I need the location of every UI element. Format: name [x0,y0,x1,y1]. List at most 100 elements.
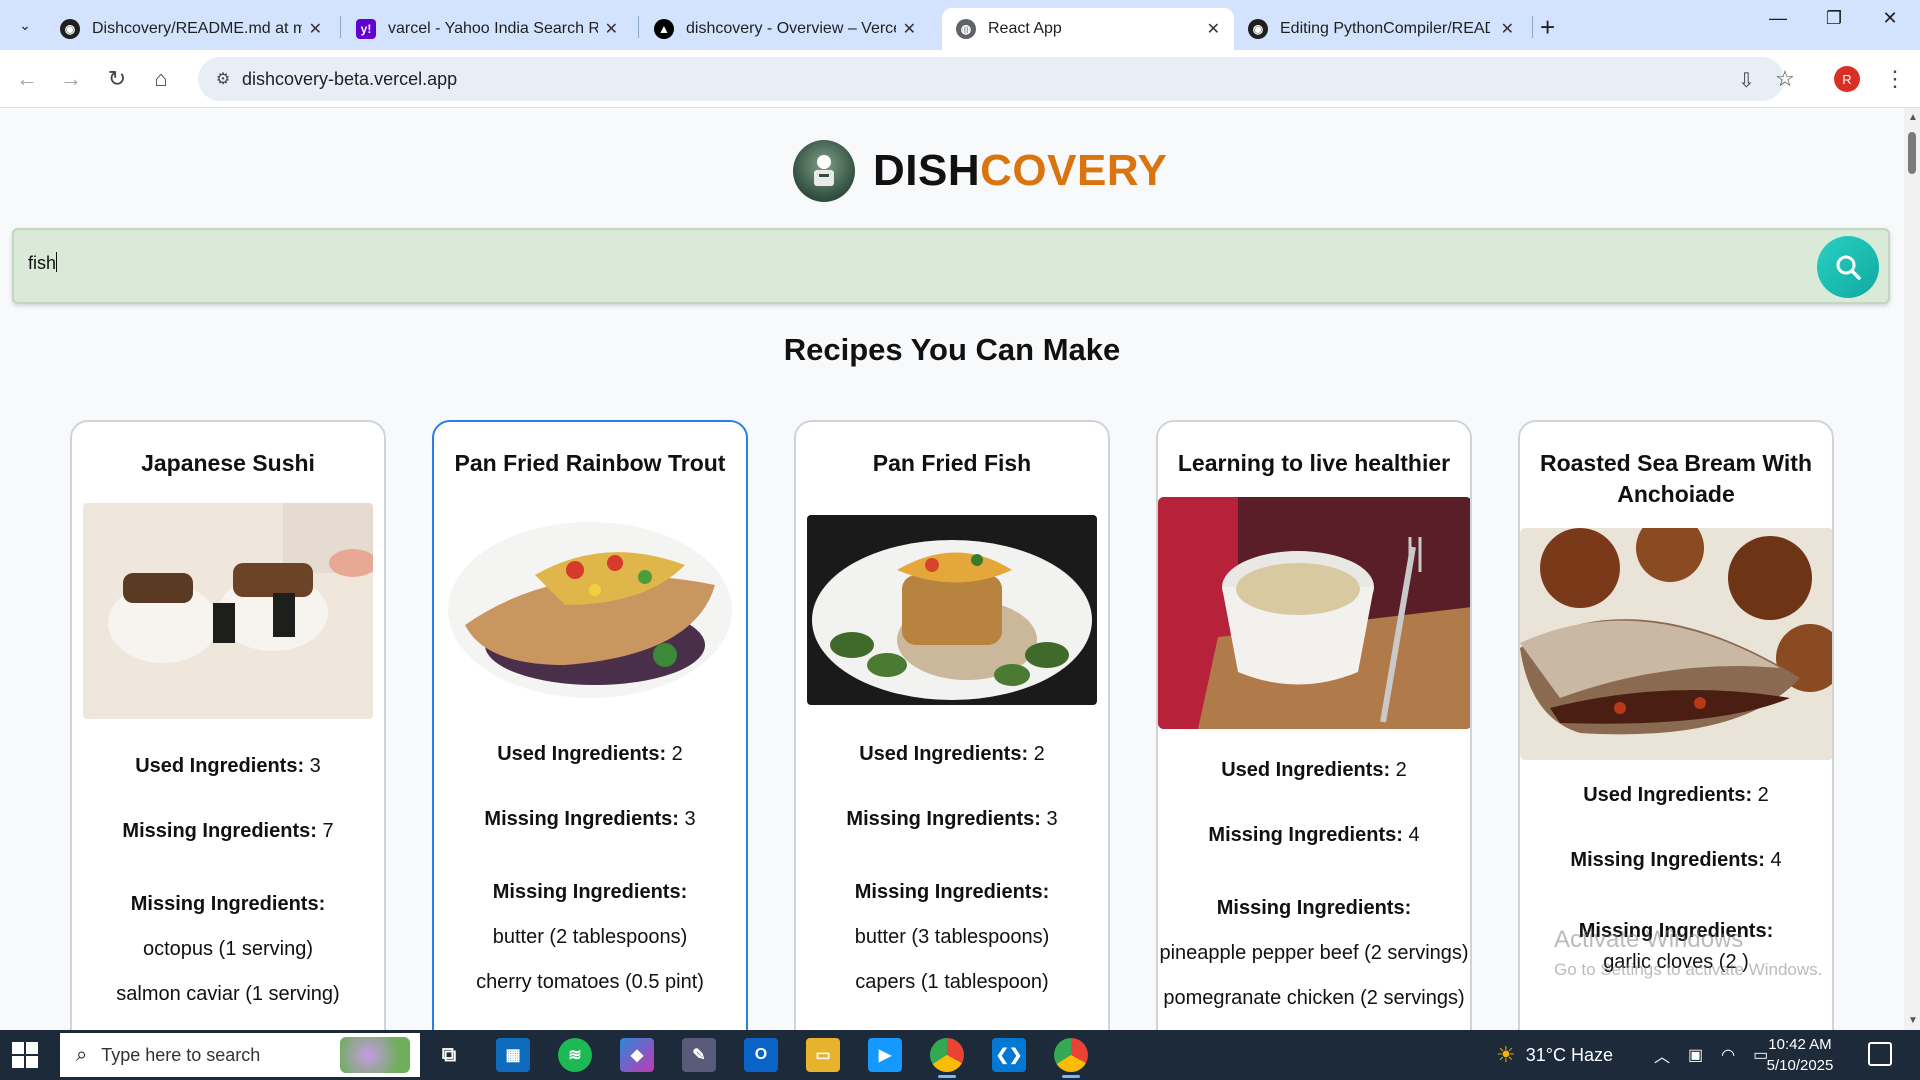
missing-ingredient-item: cherry tomatoes (0.5 pint) [476,971,704,993]
meet-now-icon[interactable]: ▣ [1688,1045,1703,1065]
missing-ingredients-stat: Missing Ingredients: 4 [1520,849,1832,872]
used-label: Used Ingredients: [1221,759,1391,781]
wifi-icon[interactable]: ◠ [1721,1045,1735,1065]
used-count: 2 [1033,743,1045,765]
paint-icon[interactable]: ✎ [682,1038,716,1072]
tab-vercel-overview[interactable]: ▲ dishcovery - Overview – Vercel ✕ [640,8,930,50]
missing-label: Missing Ingredients: [484,808,679,830]
search-button[interactable] [1817,236,1879,298]
recipe-image [83,503,373,719]
weather-widget[interactable]: ☀ 31°C Haze [1496,1030,1613,1080]
missing-ingredients-stat: Missing Ingredients: 3 [796,808,1108,831]
recipe-title: Pan Fried Rainbow Trout [454,450,726,476]
search-input[interactable]: fish [28,252,58,274]
missing-count: 3 [1046,808,1058,830]
windows-start-icon[interactable] [12,1042,38,1068]
taskbar-search-box[interactable]: ⌕ Type here to search [60,1033,420,1077]
window-close-icon[interactable]: ✕ [1862,8,1918,29]
close-icon[interactable]: ✕ [1207,19,1220,39]
missing-ingredients-stat: Missing Ingredients: 4 [1158,824,1470,847]
tab-react-app[interactable]: ◍ React App ✕ [942,8,1234,50]
tab-title: varcel - Yahoo India Search Results [388,20,598,37]
address-bar[interactable]: ⚙ dishcovery-beta.vercel.app ⇩ [198,57,1784,101]
scroll-thumb[interactable] [1908,132,1916,174]
close-icon[interactable]: ✕ [1501,19,1514,39]
install-app-icon[interactable]: ⇩ [1738,68,1755,93]
microsoft-store-icon[interactable]: ▦ [496,1038,530,1072]
missing-label: Missing Ingredients: [122,820,317,842]
task-view-icon[interactable]: ⧉ [432,1038,466,1072]
vercel-icon: ▲ [654,19,674,39]
tray-chevron-up-icon[interactable]: ︿ [1654,1043,1670,1067]
missing-ingredient-item: butter (3 tablespoons) [854,926,1050,948]
recipe-card[interactable]: Japanese Sushi Used Ingredients: 3 Missi… [70,420,386,1030]
recipe-title: Roasted Sea Bream With Anchoiade [1539,450,1813,507]
missing-label: Missing Ingredients: [1570,849,1765,871]
spotify-icon[interactable]: ≋ [558,1038,592,1072]
minimize-icon[interactable]: — [1750,8,1806,29]
close-icon[interactable]: ✕ [903,19,916,39]
vscode-icon[interactable]: ❮❯ [992,1038,1026,1072]
search-highlight-image [340,1037,410,1073]
missing-ingredient-item: octopus (1 serving) [142,938,314,960]
outlook-icon[interactable]: O [744,1038,778,1072]
used-count: 2 [1757,784,1769,806]
tab-divider [1532,16,1533,38]
recipe-image [807,515,1097,705]
reload-icon[interactable]: ↻ [102,64,132,94]
tab-title: React App [988,20,1062,37]
taskbar-clock[interactable]: 10:42 AM 5/10/2025 [1760,1034,1840,1076]
microsoft-365-icon[interactable]: ◆ [620,1038,654,1072]
recipe-title: Japanese Sushi [141,450,315,476]
taskbar-search-placeholder: Type here to search [101,1044,261,1065]
missing-list-heading: Missing Ingredients: [130,893,326,915]
missing-ingredients-stat: Missing Ingredients: 7 [72,820,384,843]
tab-yahoo-search[interactable]: y! varcel - Yahoo India Search Results ✕ [342,8,632,50]
prime-video-icon[interactable]: ▶ [868,1038,902,1072]
scroll-up-arrow-icon[interactable]: ▲ [1908,112,1918,123]
notification-center-icon[interactable] [1868,1042,1892,1066]
used-count: 2 [671,743,683,765]
missing-count: 4 [1408,824,1420,846]
bookmark-star-icon[interactable]: ☆ [1770,64,1800,94]
recipe-card[interactable]: Pan Fried Fish Used Ingredients: 2 Missi… [794,420,1110,1030]
close-icon[interactable]: ✕ [309,19,322,39]
new-tab-plus-icon[interactable]: + [1540,12,1555,43]
tab-github-editing[interactable]: ◉ Editing PythonCompiler/README.md ✕ [1234,8,1528,50]
home-icon[interactable]: ⌂ [146,64,176,94]
back-arrow-icon[interactable]: ← [12,64,42,94]
chrome-profile-icon[interactable] [1054,1038,1088,1078]
missing-ingredient-item: salmon caviar (1 serving) [116,983,340,1005]
chrome-icon[interactable] [930,1038,964,1078]
tab-title: Dishcovery/README.md at main [92,20,302,37]
tab-divider [638,16,639,38]
globe-icon: ◍ [956,19,976,39]
clock-date: 5/10/2025 [1766,1057,1834,1074]
app-header: DISHCOVERY [793,140,1167,202]
tab-search-chevron-icon[interactable]: ⌄ [10,10,40,40]
site-info-icon[interactable]: ⚙ [212,68,234,90]
missing-ingredient-item: capers (1 tablespoon) [855,971,1049,993]
close-icon[interactable]: ✕ [605,19,618,39]
used-ingredients-stat: Used Ingredients: 2 [796,743,1108,766]
url-text[interactable]: dishcovery-beta.vercel.app [242,69,457,90]
used-label: Used Ingredients: [135,755,305,777]
tab-github-readme[interactable]: ◉ Dishcovery/README.md at main ✕ [46,8,336,50]
kebab-menu-icon[interactable]: ⋮ [1880,64,1910,94]
profile-avatar[interactable]: R [1834,66,1860,92]
browser-toolbar: ← → ↻ ⌂ ⚙ dishcovery-beta.vercel.app ⇩ ☆… [0,50,1920,108]
search-input-value: fish [28,253,57,273]
missing-count: 7 [322,820,334,842]
restore-icon[interactable]: ❐ [1806,8,1862,29]
recipe-card[interactable]: Learning to live healthier Used Ingredie… [1156,420,1472,1030]
file-explorer-icon[interactable]: ▭ [806,1038,840,1072]
missing-label: Missing Ingredients: [846,808,1041,830]
scroll-down-arrow-icon[interactable]: ▼ [1908,1015,1918,1026]
recipe-card[interactable]: Pan Fried Rainbow Trout Used Ingredients… [432,420,748,1030]
tab-divider [340,16,341,38]
missing-ingredient-item: pineapple pepper beef (2 servings) [1159,942,1469,964]
page-scrollbar[interactable]: ▲ ▼ [1904,108,1920,1030]
forward-arrow-icon[interactable]: → [56,64,86,94]
github-icon: ◉ [1248,19,1268,39]
recipe-search-bar: fish [12,228,1890,304]
